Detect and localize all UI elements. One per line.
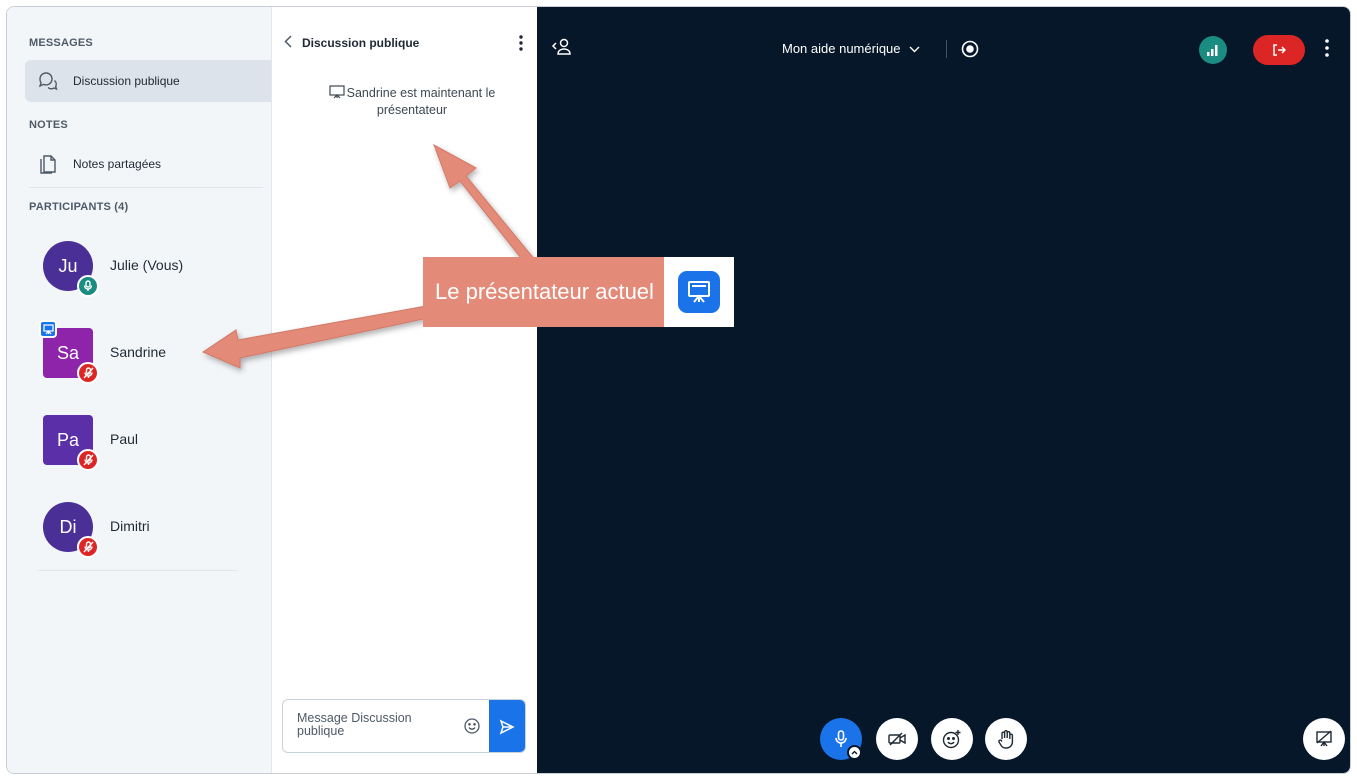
chat-panel: Discussion publique Sandrine est mainten… (272, 7, 537, 773)
mic-muted-icon (77, 362, 99, 384)
chat-title[interactable]: Discussion publique (302, 36, 419, 50)
messages-heading: MESSAGES (29, 37, 93, 49)
sidebar-item-label: Notes partagées (73, 157, 162, 171)
more-options-icon[interactable] (1325, 39, 1329, 62)
send-icon (499, 719, 515, 735)
users-toggle-icon[interactable] (551, 37, 573, 62)
participant-name: Julie (Vous) (110, 257, 184, 273)
annotation-callout: Le présentateur actuel (423, 257, 734, 327)
message-composer[interactable]: Message Discussion publique (282, 699, 526, 753)
chevron-down-icon (909, 41, 920, 56)
chevron-left-icon[interactable] (284, 35, 292, 51)
participant-name: Sandrine (110, 344, 167, 360)
leave-meeting-button[interactable] (1253, 35, 1305, 65)
chat-options-icon[interactable] (519, 35, 523, 56)
raise-hand-button[interactable] (985, 718, 1027, 760)
participant-sandrine[interactable]: Sa Sandrine (37, 320, 247, 388)
hand-icon (998, 730, 1014, 749)
presenter-icon (39, 320, 57, 338)
record-button[interactable] (961, 40, 979, 63)
divider (946, 40, 947, 58)
callout-text: Le présentateur actuel (423, 257, 664, 327)
chat-header: Discussion publique (284, 35, 419, 51)
sidebar-item-public-chat[interactable]: Discussion publique (25, 60, 271, 102)
notes-icon (37, 153, 59, 175)
divider (37, 570, 237, 571)
sidebar: MESSAGES Discussion publique NOTES Notes… (7, 7, 272, 773)
presentation-off-icon (1316, 730, 1332, 747)
presentation-icon (329, 85, 345, 99)
emoji-add-icon (942, 730, 961, 749)
participant-name: Paul (110, 431, 139, 447)
app-window: MESSAGES Discussion publique NOTES Notes… (6, 6, 1351, 774)
connection-status-button[interactable] (1199, 36, 1227, 64)
meeting-title[interactable]: Mon aide numérique (782, 41, 920, 56)
mic-muted-icon (77, 449, 99, 471)
participant-paul[interactable]: Pa Paul (37, 415, 247, 475)
participant-julie[interactable]: Ju Julie (Vous) (37, 241, 247, 301)
sidebar-item-label: Discussion publique (73, 74, 180, 88)
callout-icon-box (663, 257, 734, 327)
notes-heading: NOTES (29, 119, 68, 131)
participant-dimitri[interactable]: Di Dimitri (37, 502, 247, 562)
meeting-title-text: Mon aide numérique (782, 41, 901, 56)
microphone-icon (835, 730, 847, 747)
participant-name: Dimitri (110, 518, 150, 534)
emoji-icon[interactable] (463, 717, 481, 740)
send-button[interactable] (489, 700, 525, 752)
presentation-area: Mon aide numérique (537, 7, 1350, 773)
participants-heading: PARTICIPANTS (4) (29, 201, 129, 213)
chat-bubbles-icon (37, 70, 59, 92)
camera-off-icon (888, 732, 906, 746)
sidebar-item-shared-notes[interactable]: Notes partagées (25, 143, 271, 185)
system-message-text: Sandrine est maintenant le présentateur (346, 86, 496, 117)
mic-on-icon (77, 275, 99, 297)
mic-muted-icon (77, 536, 99, 558)
system-message: Sandrine est maintenant le présentateur (312, 85, 512, 119)
signal-bars-icon (1207, 45, 1218, 56)
presentation-toggle-button[interactable] (1303, 718, 1345, 760)
camera-button[interactable] (876, 718, 918, 760)
presenter-icon (677, 271, 720, 313)
message-input[interactable]: Message Discussion publique (297, 712, 447, 738)
microphone-button[interactable] (820, 718, 862, 760)
leave-icon (1273, 44, 1286, 56)
reactions-button[interactable] (931, 718, 973, 760)
record-icon (961, 40, 979, 58)
divider (29, 187, 263, 188)
chevron-up-icon[interactable] (847, 745, 862, 760)
